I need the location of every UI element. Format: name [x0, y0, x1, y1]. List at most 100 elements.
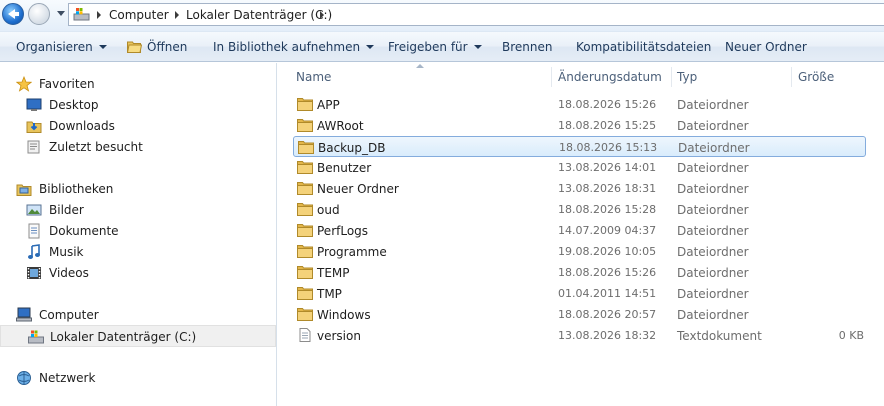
open-folder-icon [127, 41, 142, 53]
nav-libraries[interactable]: Bibliotheken [16, 179, 256, 199]
network-icon [17, 371, 31, 385]
navigation-pane: Favoriten Desktop Downloads Zuletzt besu… [0, 63, 277, 406]
file-date: 01.04.2011 14:51 [558, 287, 657, 300]
forward-button[interactable] [28, 3, 50, 25]
burn-button[interactable]: Brennen [502, 40, 552, 54]
nav-item-recent[interactable]: Zuletzt besucht [26, 137, 256, 157]
column-divider[interactable] [551, 67, 552, 87]
breadcrumb-separator-icon[interactable] [320, 11, 324, 19]
file-type: Dateiordner [677, 98, 749, 112]
recent-places-icon [27, 140, 40, 154]
table-row[interactable]: APP 18.08.2026 15:26 Dateiordner [293, 94, 866, 115]
file-type: Textdokument [677, 329, 762, 343]
nav-item-label: Lokaler Datenträger (C:) [50, 330, 197, 344]
nav-item-label: Musik [49, 245, 84, 259]
compat-files-button[interactable]: Kompatibilitätsdateien [576, 40, 711, 54]
table-row[interactable]: PerfLogs 14.07.2009 04:37 Dateiordner [293, 220, 866, 241]
column-header-date[interactable]: Änderungsdatum [558, 70, 662, 84]
organize-button[interactable]: Organisieren [16, 40, 107, 54]
folder-icon [297, 266, 313, 279]
new-folder-button[interactable]: Neuer Ordner [725, 40, 807, 54]
table-row[interactable]: oud 18.08.2026 15:28 Dateiordner [293, 199, 866, 220]
column-header-name[interactable]: Name [296, 70, 331, 84]
file-date: 18.08.2026 15:25 [558, 119, 657, 132]
file-type: Dateiordner [677, 203, 749, 217]
file-name: Programme [317, 245, 387, 259]
table-row[interactable]: TEMP 18.08.2026 15:26 Dateiordner [293, 262, 866, 283]
nav-favorites[interactable]: Favoriten [16, 74, 256, 94]
nav-favorites-label: Favoriten [39, 77, 95, 91]
column-header-size[interactable]: Größe [798, 70, 834, 84]
address-bar-region: Computer Lokaler Datenträger (C:) [0, 0, 884, 32]
table-row[interactable]: Backup_DB 18.08.2026 15:13 Dateiordner [293, 136, 866, 157]
table-row[interactable]: TMP 01.04.2011 14:51 Dateiordner [293, 283, 866, 304]
file-type: Dateiordner [677, 287, 749, 301]
library-icon [16, 184, 32, 196]
star-icon [16, 76, 32, 92]
file-name: oud [317, 203, 340, 217]
open-button[interactable]: Öffnen [147, 40, 187, 54]
nav-libraries-label: Bibliotheken [39, 182, 114, 196]
file-type: Dateiordner [677, 308, 749, 322]
table-row[interactable]: Programme 19.08.2026 10:05 Dateiordner [293, 241, 866, 262]
include-library-button[interactable]: In Bibliothek aufnehmen [213, 40, 375, 54]
back-button[interactable] [2, 3, 24, 25]
folder-icon [297, 119, 313, 132]
folder-icon [298, 141, 314, 154]
column-divider[interactable] [791, 67, 792, 87]
nav-item-music[interactable]: Musik [26, 242, 256, 262]
nav-item-videos[interactable]: Videos [26, 263, 256, 283]
nav-item-downloads[interactable]: Downloads [26, 116, 256, 136]
column-header-type[interactable]: Typ [677, 70, 697, 84]
breadcrumb-drive[interactable]: Lokaler Datenträger (C:) [186, 8, 332, 22]
folder-icon [297, 287, 313, 300]
nav-network[interactable]: Netzwerk [16, 368, 256, 388]
nav-item-label: Dokumente [49, 224, 119, 238]
table-row[interactable]: Benutzer 13.08.2026 14:01 Dateiordner [293, 157, 866, 178]
include-library-label: In Bibliothek aufnehmen [213, 40, 361, 54]
file-name: Backup_DB [318, 141, 386, 155]
videos-icon [27, 267, 41, 279]
nav-item-label: Downloads [49, 119, 115, 133]
table-row[interactable]: version 13.08.2026 18:32 Textdokument 0 KB [293, 325, 866, 346]
chevron-down-icon [473, 45, 482, 49]
downloads-folder-icon [26, 121, 42, 133]
address-bar[interactable]: Computer Lokaler Datenträger (C:) [68, 3, 884, 26]
sort-ascending-icon [416, 64, 424, 68]
file-date: 18.08.2026 15:28 [558, 203, 657, 216]
nav-item-desktop[interactable]: Desktop [26, 95, 256, 115]
file-type: Dateiordner [677, 182, 749, 196]
share-button[interactable]: Freigeben für [388, 40, 482, 54]
nav-item-pictures[interactable]: Bilder [26, 200, 256, 220]
column-divider[interactable] [671, 67, 672, 87]
nav-item-label: Videos [49, 266, 89, 280]
drive-icon [73, 8, 90, 21]
table-row[interactable]: Neuer Ordner 13.08.2026 18:31 Dateiordner [293, 178, 866, 199]
nav-item-documents[interactable]: Dokumente [26, 221, 256, 241]
folder-icon [297, 98, 313, 111]
file-date: 19.08.2026 10:05 [558, 245, 657, 258]
table-row[interactable]: Windows 18.08.2026 20:57 Dateiordner [293, 304, 866, 325]
file-name: AWRoot [317, 119, 364, 133]
folder-icon [297, 308, 313, 321]
file-name: version [317, 329, 361, 343]
nav-item-label: Zuletzt besucht [49, 140, 143, 154]
file-type: Dateiordner [677, 224, 749, 238]
folder-icon [297, 182, 313, 195]
file-size: 0 KB [838, 329, 864, 342]
breadcrumb-separator-icon[interactable] [97, 11, 101, 19]
file-date: 13.08.2026 18:31 [558, 182, 657, 195]
nav-computer[interactable]: Computer [16, 305, 256, 325]
text-file-icon [299, 328, 311, 342]
file-name: APP [317, 98, 340, 112]
breadcrumb-computer[interactable]: Computer [109, 8, 169, 22]
nav-item-local-disk[interactable]: Lokaler Datenträger (C:) [0, 325, 276, 347]
file-type: Dateiordner [677, 119, 749, 133]
table-row[interactable]: AWRoot 18.08.2026 15:25 Dateiordner [293, 115, 866, 136]
file-date: 14.07.2009 04:37 [558, 224, 657, 237]
folder-icon [297, 224, 313, 237]
documents-icon [28, 223, 40, 239]
history-dropdown-icon[interactable] [57, 11, 65, 16]
file-name: TMP [317, 287, 342, 301]
breadcrumb-separator-icon[interactable] [175, 11, 179, 19]
